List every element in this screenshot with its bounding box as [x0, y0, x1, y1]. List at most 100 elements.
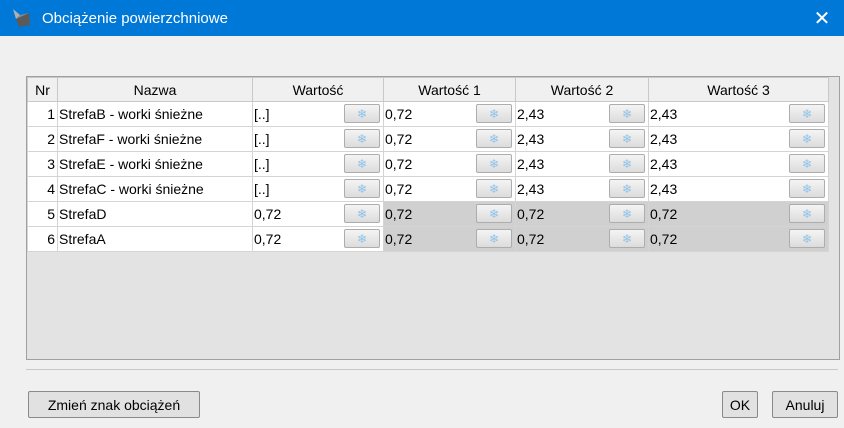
zone-name-cell[interactable]: StrefaE - worki śnieżne [57, 151, 253, 177]
value-text: 0,72 [517, 231, 545, 247]
table-row[interactable]: 3 StrefaE - worki śnieżne [..] ❄ 0,72 ❄ 2,43 ❄ 2… [27, 151, 829, 177]
value-cell[interactable]: 0,72 ❄ [383, 101, 516, 127]
value-text: 0,72 [385, 206, 413, 222]
value-cell[interactable]: [..] ❄ [252, 101, 384, 127]
snowflake-icon: ❄ [621, 156, 633, 171]
value-text: 2,43 [517, 156, 545, 172]
zone-name-cell[interactable]: StrefaF - worki śnieżne [57, 126, 253, 152]
edit-value-button[interactable]: ❄ [609, 229, 645, 248]
value-cell[interactable]: 0,72 ❄ [252, 226, 384, 252]
table-row[interactable]: 4 StrefaC - worki śnieżne [..] ❄ 0,72 ❄ 2,43 ❄ 2… [27, 176, 829, 202]
snowflake-icon: ❄ [488, 206, 500, 221]
value-cell[interactable]: 2,43 ❄ [648, 151, 829, 177]
value-text: 0,72 [385, 156, 413, 172]
separator [26, 369, 838, 370]
edit-value-button[interactable]: ❄ [789, 204, 825, 223]
edit-value-button[interactable]: ❄ [344, 154, 380, 173]
snowflake-icon: ❄ [356, 106, 368, 121]
edit-value-button[interactable]: ❄ [344, 204, 380, 223]
ok-button[interactable]: OK [722, 391, 758, 418]
value-cell[interactable]: 0,72 ❄ [515, 201, 649, 227]
value-cell[interactable]: [..] ❄ [252, 176, 384, 202]
zone-name-cell[interactable]: StrefaD [57, 201, 253, 227]
row-number: 4 [27, 176, 58, 202]
value-cell[interactable]: 0,72 ❄ [383, 151, 516, 177]
edit-value-button[interactable]: ❄ [789, 129, 825, 148]
edit-value-button[interactable]: ❄ [344, 179, 380, 198]
value-cell[interactable]: 2,43 ❄ [515, 176, 649, 202]
row-number: 3 [27, 151, 58, 177]
column-header-value-3[interactable]: Wartość 3 [648, 77, 829, 102]
column-header-name[interactable]: Nazwa [57, 77, 253, 102]
value-cell[interactable]: [..] ❄ [252, 151, 384, 177]
snowflake-icon: ❄ [801, 131, 813, 146]
value-cell[interactable]: 0,72 ❄ [515, 226, 649, 252]
value-cell[interactable]: 0,72 ❄ [383, 201, 516, 227]
edit-value-button[interactable]: ❄ [609, 204, 645, 223]
value-text: 0,72 [385, 131, 413, 147]
value-text: 0,72 [650, 231, 678, 247]
edit-value-button[interactable]: ❄ [609, 129, 645, 148]
edit-value-button[interactable]: ❄ [476, 104, 512, 123]
value-text: [..] [254, 156, 270, 172]
value-text: [..] [254, 131, 270, 147]
edit-value-button[interactable]: ❄ [344, 229, 380, 248]
snowflake-icon: ❄ [621, 181, 633, 196]
cancel-button[interactable]: Anuluj [772, 391, 838, 418]
value-cell[interactable]: 2,43 ❄ [515, 101, 649, 127]
window-title: Obciążenie powierzchniowe [42, 9, 228, 27]
edit-value-button[interactable]: ❄ [609, 104, 645, 123]
value-cell[interactable]: [..] ❄ [252, 126, 384, 152]
value-cell[interactable]: 2,43 ❄ [515, 126, 649, 152]
zone-name-cell[interactable]: StrefaB - worki śnieżne [57, 101, 253, 127]
snowflake-icon: ❄ [488, 156, 500, 171]
edit-value-button[interactable]: ❄ [344, 129, 380, 148]
column-header-value-1[interactable]: Wartość 1 [383, 77, 516, 102]
zone-name-cell[interactable]: StrefaA [57, 226, 253, 252]
edit-value-button[interactable]: ❄ [789, 154, 825, 173]
edit-value-button[interactable]: ❄ [609, 179, 645, 198]
header-row: Nr Nazwa Wartość Wartość 1 Wartość 2 Wartość … [27, 77, 829, 102]
snowflake-icon: ❄ [621, 206, 633, 221]
column-header-value[interactable]: Wartość [252, 77, 384, 102]
table-row[interactable]: 5 StrefaD 0,72 ❄ 0,72 ❄ 0,72 ❄ 0,72 ❄ [27, 201, 829, 227]
table-row[interactable]: 6 StrefaA 0,72 ❄ 0,72 ❄ 0,72 ❄ 0,72 ❄ [27, 226, 829, 252]
value-text: 0,72 [385, 231, 413, 247]
edit-value-button[interactable]: ❄ [789, 229, 825, 248]
column-header-value-2[interactable]: Wartość 2 [515, 77, 649, 102]
edit-value-button[interactable]: ❄ [609, 154, 645, 173]
snowflake-icon: ❄ [621, 106, 633, 121]
table-row[interactable]: 1 StrefaB - worki śnieżne [..] ❄ 0,72 ❄ 2,43 ❄ 2… [27, 101, 829, 127]
snowflake-icon: ❄ [801, 206, 813, 221]
edit-value-button[interactable]: ❄ [789, 179, 825, 198]
value-cell[interactable]: 0,72 ❄ [383, 126, 516, 152]
value-text: 0,72 [254, 206, 282, 222]
snowflake-icon: ❄ [356, 181, 368, 196]
value-cell[interactable]: 2,43 ❄ [648, 126, 829, 152]
row-number: 6 [27, 226, 58, 252]
value-cell[interactable]: 0,72 ❄ [648, 226, 829, 252]
value-cell[interactable]: 2,43 ❄ [648, 176, 829, 202]
value-cell[interactable]: 2,43 ❄ [648, 101, 829, 127]
zones-grid: Nr Nazwa Wartość Wartość 1 Wartość 2 Wartość … [26, 76, 840, 360]
close-button[interactable]: ✕ [800, 0, 844, 36]
value-cell[interactable]: 0,72 ❄ [648, 201, 829, 227]
snowflake-icon: ❄ [488, 231, 500, 246]
value-cell[interactable]: 0,72 ❄ [383, 226, 516, 252]
edit-value-button[interactable]: ❄ [789, 104, 825, 123]
table-row[interactable]: 2 StrefaF - worki śnieżne [..] ❄ 0,72 ❄ 2,43 ❄ 2… [27, 126, 829, 152]
snowflake-icon: ❄ [801, 156, 813, 171]
edit-value-button[interactable]: ❄ [476, 179, 512, 198]
edit-value-button[interactable]: ❄ [476, 154, 512, 173]
edit-value-button[interactable]: ❄ [344, 104, 380, 123]
edit-value-button[interactable]: ❄ [476, 229, 512, 248]
value-cell[interactable]: 0,72 ❄ [252, 201, 384, 227]
column-header-nr[interactable]: Nr [27, 77, 58, 102]
snowflake-icon: ❄ [801, 106, 813, 121]
edit-value-button[interactable]: ❄ [476, 129, 512, 148]
edit-value-button[interactable]: ❄ [476, 204, 512, 223]
value-cell[interactable]: 0,72 ❄ [383, 176, 516, 202]
value-cell[interactable]: 2,43 ❄ [515, 151, 649, 177]
zone-name-cell[interactable]: StrefaC - worki śnieżne [57, 176, 253, 202]
change-load-sign-button[interactable]: Zmień znak obciążeń [28, 391, 200, 418]
